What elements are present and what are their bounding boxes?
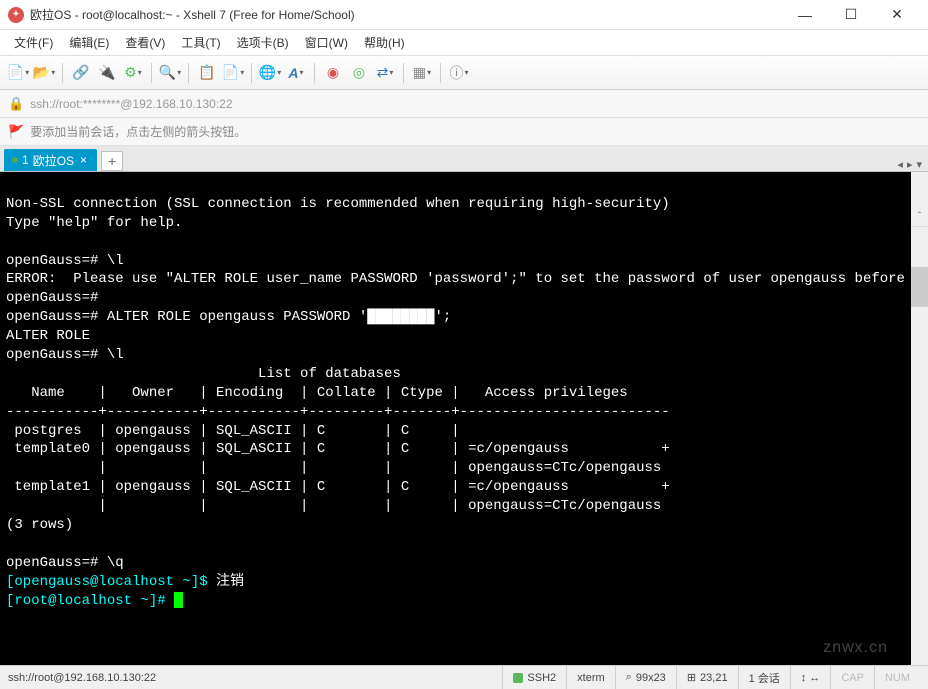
menu-bar: 文件(F) 编辑(E) 查看(V) 工具(T) 选项卡(B) 窗口(W) 帮助(… xyxy=(0,30,928,56)
menu-view[interactable]: 查看(V) xyxy=(117,31,173,54)
address-bar: 🔒 ssh://root:********@192.168.10.130:22 xyxy=(0,90,928,118)
tab-nav-right-icon[interactable]: ▸ xyxy=(907,158,913,171)
status-size: ⌕ 99x23 xyxy=(615,666,676,689)
close-button[interactable]: ✕ xyxy=(874,0,920,30)
menu-tools[interactable]: 工具(T) xyxy=(173,31,228,54)
tab-nav-left-icon[interactable]: ◂ xyxy=(897,158,903,171)
terminal-line: Non-SSL connection (SSL connection is re… xyxy=(6,196,670,212)
tabs-bar: 1 欧拉OS × + ◂ ▸ ▾ xyxy=(0,146,928,172)
tip-bar: 🚩 要添加当前会话，点击左侧的箭头按钮。 xyxy=(0,118,928,146)
separator xyxy=(403,63,404,83)
prompt-root: [root@localhost ~]# xyxy=(6,593,174,609)
watermark: znwx.cn xyxy=(823,637,888,659)
session-tab[interactable]: 1 欧拉OS × xyxy=(4,149,97,171)
lock-icon: 🔒 xyxy=(8,96,24,112)
menu-file[interactable]: 文件(F) xyxy=(6,31,61,54)
terminal-line: template1 | opengauss | SQL_ASCII | C | … xyxy=(6,479,670,495)
menu-help[interactable]: 帮助(H) xyxy=(356,31,413,54)
terminal-line: List of databases xyxy=(6,366,401,382)
terminal-line: ERROR: Please use "ALTER ROLE user_name … xyxy=(6,271,928,287)
terminal-line: openGauss=# \q xyxy=(6,555,124,571)
menu-tabs[interactable]: 选项卡(B) xyxy=(229,31,297,54)
scroll-up-icon[interactable]: ˆ xyxy=(911,210,928,227)
prompt-user-cmd: 注销 xyxy=(216,574,244,590)
copy-button[interactable]: 📋 xyxy=(195,61,219,85)
status-term: xterm xyxy=(566,666,615,689)
status-cap: CAP xyxy=(830,666,874,689)
terminal-line: | | | | | opengauss=CTc/opengauss xyxy=(6,460,661,476)
prompt-user: [opengauss@localhost ~]$ xyxy=(6,574,216,590)
menu-window[interactable]: 窗口(W) xyxy=(297,31,356,54)
open-button[interactable]: 📂▾ xyxy=(32,61,56,85)
terminal-line: | | | | | opengauss=CTc/opengauss xyxy=(6,498,661,514)
tab-name: 欧拉OS xyxy=(33,152,74,169)
terminal-line: openGauss=# \l xyxy=(6,347,124,363)
globe-button[interactable]: 🌐▾ xyxy=(258,61,282,85)
xshell-button[interactable]: ◉ xyxy=(321,61,345,85)
cursor xyxy=(174,592,183,608)
xftp-button[interactable]: ◎ xyxy=(347,61,371,85)
separator xyxy=(251,63,252,83)
terminal-line: -----------+-----------+-----------+----… xyxy=(6,404,670,420)
font-button[interactable]: A▾ xyxy=(284,61,308,85)
terminal-line: ALTER ROLE xyxy=(6,328,90,344)
terminal-line: postgres | opengauss | SQL_ASCII | C | C… xyxy=(6,423,460,439)
flag-icon: 🚩 xyxy=(8,124,24,140)
separator xyxy=(314,63,315,83)
terminal-line: openGauss=# xyxy=(6,290,98,306)
properties-button[interactable]: ⚙▾ xyxy=(121,61,145,85)
scrollbar[interactable]: ˆ xyxy=(911,172,928,665)
separator xyxy=(151,63,152,83)
separator xyxy=(440,63,441,83)
new-session-button[interactable]: 📄▾ xyxy=(6,61,30,85)
connected-dot-icon xyxy=(12,157,18,163)
scroll-thumb[interactable] xyxy=(911,267,928,307)
layout-button[interactable]: ▦▾ xyxy=(410,61,434,85)
terminal-line: template0 | opengauss | SQL_ASCII | C | … xyxy=(6,441,670,457)
status-pos: ⊞ 23,21 xyxy=(676,666,738,689)
separator xyxy=(188,63,189,83)
menu-edit[interactable]: 编辑(E) xyxy=(61,31,117,54)
toolbar: 📄▾ 📂▾ 🔗 🔌 ⚙▾ 🔍▾ 📋 📄▾ 🌐▾ A▾ ◉ ◎ ⇄▾ ▦▾ ⓘ▾ xyxy=(0,56,928,90)
info-button[interactable]: ⓘ▾ xyxy=(447,61,471,85)
badge-icon xyxy=(513,673,523,683)
maximize-button[interactable]: ☐ xyxy=(828,0,874,30)
terminal-line: (3 rows) xyxy=(6,517,73,533)
terminal-line: openGauss=# \l xyxy=(6,253,124,269)
separator xyxy=(62,63,63,83)
tip-text: 要添加当前会话，点击左侧的箭头按钮。 xyxy=(30,123,246,140)
minimize-button[interactable]: — xyxy=(782,0,828,30)
status-proto: SSH2 xyxy=(502,666,566,689)
app-icon: ✦ xyxy=(8,7,24,23)
terminal[interactable]: Non-SSL connection (SSL connection is re… xyxy=(0,172,928,665)
window-title: 欧拉OS - root@localhost:~ - Xshell 7 (Free… xyxy=(30,6,782,23)
transfer-button[interactable]: ⇄▾ xyxy=(373,61,397,85)
terminal-line: Name | Owner | Encoding | Collate | Ctyp… xyxy=(6,385,628,401)
tab-dropdown-icon[interactable]: ▾ xyxy=(916,158,922,171)
status-connection: ssh://root@192.168.10.130:22 xyxy=(8,672,502,684)
title-bar: ✦ 欧拉OS - root@localhost:~ - Xshell 7 (Fr… xyxy=(0,0,928,30)
paste-button[interactable]: 📄▾ xyxy=(221,61,245,85)
disconnect-button[interactable]: 🔌 xyxy=(95,61,119,85)
add-tab-button[interactable]: + xyxy=(101,151,123,171)
status-sessions: 1 会话 xyxy=(738,666,790,689)
address-text[interactable]: ssh://root:********@192.168.10.130:22 xyxy=(30,97,232,111)
status-bar: ssh://root@192.168.10.130:22 SSH2 xterm … xyxy=(0,665,928,689)
reconnect-button[interactable]: 🔗 xyxy=(69,61,93,85)
status-num: NUM xyxy=(874,666,920,689)
terminal-line: openGauss=# ALTER ROLE opengauss PASSWOR… xyxy=(6,309,451,325)
tab-index: 1 xyxy=(22,153,29,167)
find-button[interactable]: 🔍▾ xyxy=(158,61,182,85)
tab-close-icon[interactable]: × xyxy=(78,153,89,167)
status-arrows[interactable]: ↕ ↔ xyxy=(790,666,831,689)
terminal-line: Type "help" for help. xyxy=(6,215,182,231)
